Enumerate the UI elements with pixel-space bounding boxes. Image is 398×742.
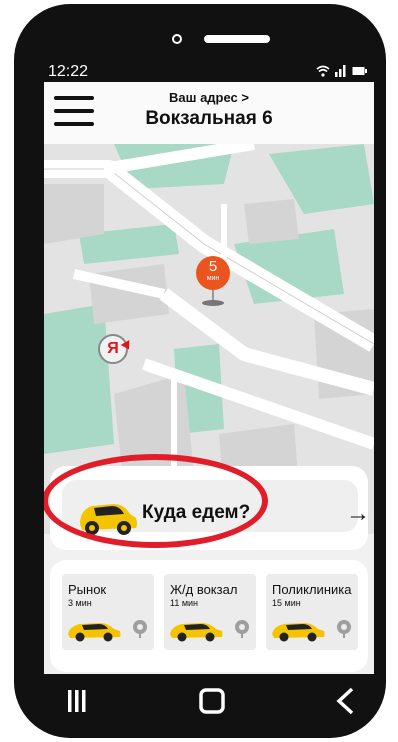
destination-time: 11 мин xyxy=(170,598,199,608)
battery-icon xyxy=(352,67,367,75)
destination-name: Рынок xyxy=(68,582,107,597)
recent-apps-icon[interactable] xyxy=(66,686,88,716)
quick-destination-clinic[interactable]: Поликлиника 15 мин xyxy=(266,574,358,650)
where-to-card: Куда едем? → xyxy=(44,454,370,550)
front-camera xyxy=(172,34,182,44)
status-icons xyxy=(316,65,368,77)
app-header: Ваш адрес > Вокзальная 6 xyxy=(44,82,374,144)
home-square-icon[interactable] xyxy=(198,686,226,716)
signal-icon xyxy=(335,65,346,77)
highlight-circle xyxy=(44,454,268,548)
map-pin-icon xyxy=(337,620,351,638)
destination-name: Ж/д вокзал xyxy=(170,582,238,597)
destination-name: Поликлиника xyxy=(272,582,352,597)
taxi-car-icon xyxy=(68,623,121,642)
quick-destinations: Рынок 3 мин Ж/д вокзал 11 мин Поликлиник… xyxy=(50,560,368,672)
pin-shadow xyxy=(202,300,224,306)
status-time: 12:22 xyxy=(48,63,89,80)
back-chevron-icon[interactable] xyxy=(334,686,356,716)
quick-destination-station[interactable]: Ж/д вокзал 11 мин xyxy=(164,574,256,650)
taxi-car-icon xyxy=(272,623,325,642)
quick-destination-market[interactable]: Рынок 3 мин xyxy=(62,574,154,650)
map-pin-icon xyxy=(133,620,147,638)
app-screen: 12:22 Ваш адрес > Вокзальная 6 5 мин Я К… xyxy=(44,62,374,674)
bottom-panel: Куда едем? → Рынок 3 мин Ж/д вокзал 11 м… xyxy=(44,454,374,674)
wifi-icon xyxy=(316,65,330,77)
pin-unit: мин xyxy=(206,275,220,282)
pin-minutes: 5 xyxy=(208,258,218,275)
current-address[interactable]: Вокзальная 6 xyxy=(44,108,374,130)
system-nav-bar xyxy=(44,674,374,734)
destination-time: 15 мин xyxy=(272,598,301,608)
arrow-right-icon: → xyxy=(346,500,370,527)
status-bar: 12:22 xyxy=(44,62,374,82)
map-pin-icon xyxy=(235,620,249,638)
eta-map-pin: 5 мин xyxy=(196,256,230,290)
taxi-car-icon xyxy=(170,623,223,642)
address-caption-link[interactable]: Ваш адрес > xyxy=(44,90,374,105)
earpiece-speaker xyxy=(204,35,270,43)
destination-time: 3 мин xyxy=(68,598,92,608)
